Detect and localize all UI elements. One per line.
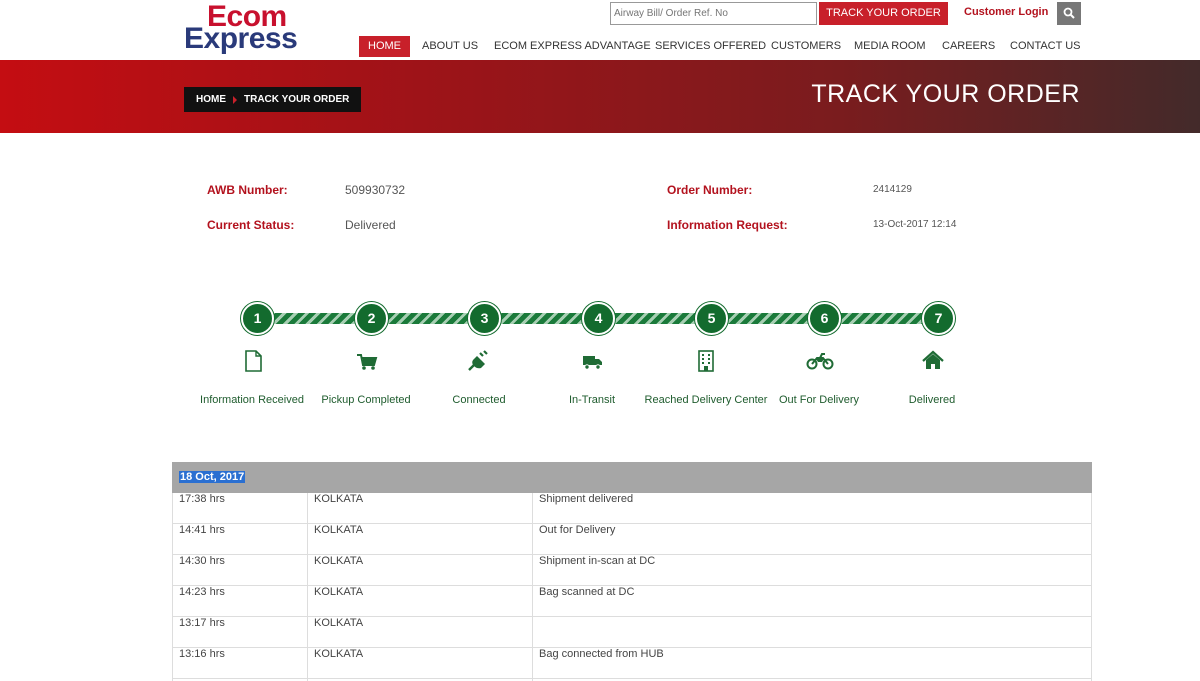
table-row: 13:16 hrs KOLKATA Bag connected from HUB: [172, 648, 1092, 679]
tracking-date: 18 Oct, 2017: [179, 471, 246, 483]
row-location: KOLKATA: [307, 648, 363, 678]
nav-customers[interactable]: CUSTOMERS: [771, 36, 841, 57]
cart-icon: [357, 354, 378, 370]
nav-home[interactable]: HOME: [359, 36, 410, 57]
nav-media-room[interactable]: MEDIA ROOM: [854, 36, 926, 57]
building-icon: [698, 350, 714, 372]
customer-login-link[interactable]: Customer Login: [964, 6, 1048, 18]
file-icon: [245, 350, 262, 372]
breadcrumb: HOME TRACK YOUR ORDER: [184, 87, 362, 112]
table-row: 14:41 hrs KOLKATA Out for Delivery: [172, 524, 1092, 555]
step-7-label: Delivered: [908, 394, 956, 406]
nav-careers[interactable]: CAREERS: [942, 36, 995, 57]
search-icon: [1063, 7, 1075, 19]
nav-services-offered[interactable]: SERVICES OFFERED: [655, 36, 766, 57]
step-3-circle: 3: [468, 302, 501, 335]
home-icon: [922, 350, 944, 369]
awb-search-input[interactable]: [610, 2, 817, 25]
row-location: KOLKATA: [307, 524, 363, 554]
logo-line-2: Express: [184, 22, 298, 55]
row-location: KOLKATA: [307, 586, 363, 616]
row-status: Bag scanned at DC: [532, 586, 634, 616]
step-1-circle: 1: [241, 302, 274, 335]
info-request-value: 13-Oct-2017 12:14: [873, 219, 957, 230]
status-value: Delivered: [345, 218, 396, 232]
row-time: 14:41 hrs: [179, 524, 225, 536]
row-time: 13:17 hrs: [179, 617, 225, 629]
breadcrumb-arrow-icon: [233, 95, 237, 104]
info-request-label: Information Request:: [667, 218, 788, 232]
page-title: TRACK YOUR ORDER: [811, 80, 1080, 108]
plug-icon: [468, 350, 488, 371]
row-status: Out for Delivery: [532, 524, 615, 554]
nav-ecom-express-advantage[interactable]: ECOM EXPRESS ADVANTAGE: [494, 36, 651, 57]
search-button[interactable]: [1057, 2, 1081, 25]
awb-value: 509930732: [345, 183, 406, 197]
breadcrumb-current: TRACK YOUR ORDER: [244, 94, 350, 105]
breadcrumb-home[interactable]: HOME: [196, 94, 226, 105]
ecom-express-logo[interactable]: Ecom Express: [184, 2, 299, 54]
row-time: 17:38 hrs: [179, 493, 225, 505]
tracking-table-date-header: 18 Oct, 2017: [172, 462, 1092, 493]
step-6-circle: 6: [808, 302, 841, 335]
step-2-circle: 2: [355, 302, 388, 335]
nav-about-us[interactable]: ABOUT US: [422, 36, 478, 57]
row-location: KOLKATA: [307, 555, 363, 585]
row-location: KOLKATA: [307, 617, 363, 647]
awb-label: AWB Number:: [207, 183, 288, 197]
row-time: 14:30 hrs: [179, 555, 225, 567]
truck-icon: [583, 356, 602, 370]
page-banner: HOME TRACK YOUR ORDER TRACK YOUR ORDER: [0, 60, 1200, 133]
row-status: [532, 617, 539, 647]
row-location: KOLKATA: [307, 493, 363, 523]
row-time: 14:23 hrs: [179, 586, 225, 598]
step-4-circle: 4: [582, 302, 615, 335]
table-row: 14:23 hrs KOLKATA Bag scanned at DC: [172, 586, 1092, 617]
row-time: 13:16 hrs: [179, 648, 225, 660]
row-status: Bag connected from HUB: [532, 648, 664, 678]
table-row: 13:17 hrs KOLKATA: [172, 617, 1092, 648]
track-order-button[interactable]: TRACK YOUR ORDER: [819, 2, 948, 25]
site-header: Ecom Express TRACK YOUR ORDER Customer L…: [0, 0, 1200, 60]
row-status: Shipment in-scan at DC: [532, 555, 655, 585]
row-status: Shipment delivered: [532, 493, 633, 523]
table-row: 17:38 hrs KOLKATA Shipment delivered: [172, 493, 1092, 524]
order-number-label: Order Number:: [667, 183, 753, 197]
table-row: 14:30 hrs KOLKATA Shipment in-scan at DC: [172, 555, 1092, 586]
order-number-value: 2414129: [873, 184, 912, 195]
step-5-circle: 5: [695, 302, 728, 335]
motorcycle-icon: [806, 353, 834, 370]
step-7-circle: 7: [922, 302, 955, 335]
status-label: Current Status:: [207, 218, 295, 232]
nav-contact-us[interactable]: CONTACT US: [1010, 36, 1081, 57]
